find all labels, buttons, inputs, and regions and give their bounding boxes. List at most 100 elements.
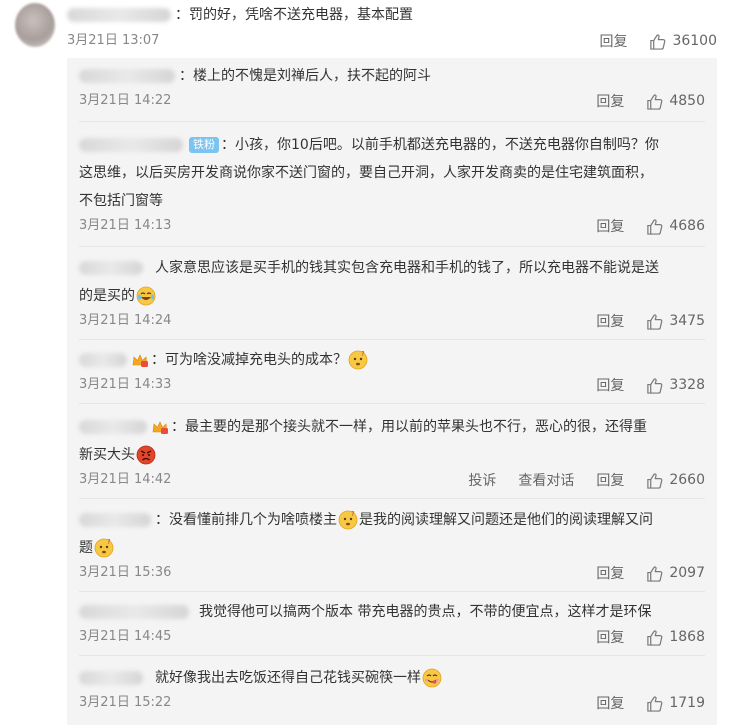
reply-actions: 回复 1868 [574, 628, 705, 646]
timestamp: 3月21日 14:45 [79, 629, 172, 644]
like-count: 1719 [669, 695, 705, 711]
reply-actions: 回复 4850 [574, 92, 705, 110]
reply-actions: 回复 2097 [574, 564, 705, 582]
reply-meta: 3月21日 15:22 回复 1719 [79, 694, 705, 712]
timestamp: 3月21日 14:33 [79, 377, 172, 392]
like-button[interactable]: 36100 [649, 33, 717, 50]
username-blurred[interactable] [79, 353, 127, 367]
username-blurred[interactable] [79, 671, 143, 685]
reply-button[interactable]: 回复 [596, 563, 624, 583]
reply-body-line1: ：小孩，你10后吧。以前手机都送充电器的，不送充电器你自制吗？你 [221, 137, 659, 153]
reply-body-line2: 这思维，以后买房开发商说你家不送门窗的，要自己开洞，人家开发商卖的是住宅建筑面积… [79, 165, 653, 181]
view-conversation-button[interactable]: 查看对话 [518, 470, 574, 490]
like-count: 3475 [669, 313, 705, 329]
avatar[interactable] [15, 3, 55, 47]
reply-text: ：最主要的是那个接头就不一样，用以前的苹果头也不行，恶心的很，还得重 新买大头 [79, 413, 705, 469]
divider [79, 403, 705, 404]
timestamp: 3月21日 14:22 [79, 93, 172, 108]
username-blurred[interactable] [79, 513, 151, 527]
reply-meta: 3月21日 14:13 回复 4686 [79, 217, 705, 235]
reply-item: ：可为啥没减掉充电头的成本？ 3月21日 14:33 回复 3328 [79, 346, 705, 404]
reply-body-line2: 题 [79, 540, 93, 556]
reply-meta: 3月21日 14:24 回复 3475 [79, 312, 705, 330]
reply-body-line1: ：最主要的是那个接头就不一样，用以前的苹果头也不行，恶心的很，还得重 [171, 419, 647, 435]
reply-body-line1: ：没看懂前排几个为啥喷楼主 [155, 512, 337, 528]
thumbs-up-icon [647, 93, 663, 110]
reply-body-line2: 的是买的 [79, 288, 135, 304]
reply-item: 就好像我出去吃饭还得自己花钱买碗筷一样 3月21日 15:22 回复 1719 [79, 664, 705, 722]
divider [79, 246, 705, 247]
divider [79, 655, 705, 656]
angry-emoji [136, 445, 156, 465]
reply-item: 铁粉 ：小孩，你10后吧。以前手机都送充电器的，不送充电器你自制吗？你 这思维，以… [79, 131, 705, 247]
reply-text: ：可为啥没减掉充电头的成本？ [79, 346, 705, 374]
like-count: 36100 [672, 33, 717, 49]
like-count: 2660 [669, 472, 705, 488]
username-blurred[interactable] [67, 8, 171, 22]
thumbs-up-icon [647, 377, 663, 394]
like-count: 1868 [669, 629, 705, 645]
reply-button[interactable]: 回复 [596, 91, 624, 111]
like-button[interactable]: 1868 [646, 629, 705, 646]
username-blurred[interactable] [79, 138, 183, 152]
divider [79, 498, 705, 499]
timestamp: 3月21日 15:36 [79, 565, 172, 580]
reply-button[interactable]: 回复 [596, 627, 624, 647]
like-count: 4686 [669, 218, 705, 234]
comment-meta: 3月21日 13:07 回复 36100 [67, 32, 717, 50]
reply-text: ：楼上的不愧是刘禅后人，扶不起的阿斗 [79, 62, 705, 90]
timestamp: 3月21日 13:07 [67, 33, 160, 48]
fan-badge: 铁粉 [189, 137, 219, 153]
main-comment: ：罚的好，凭啥不送充电器，基本配置 3月21日 13:07 回复 36100 [0, 0, 729, 58]
reply-text: ：没看懂前排几个为啥喷楼主 是我的阅读理解又问题还是他们的阅读理解又问 题 [79, 506, 705, 562]
reply-button[interactable]: 回复 [596, 470, 624, 490]
like-button[interactable]: 2097 [646, 565, 705, 582]
like-button[interactable]: 4850 [646, 93, 705, 110]
reply-actions: 投诉 查看对话 回复 2660 [446, 471, 705, 489]
like-count: 3328 [669, 377, 705, 393]
reply-actions: 回复 3475 [574, 312, 705, 330]
reply-text: 铁粉 ：小孩，你10后吧。以前手机都送充电器的，不送充电器你自制吗？你 这思维，以… [79, 131, 705, 215]
reply-meta: 3月21日 14:33 回复 3328 [79, 376, 705, 394]
timestamp: 3月21日 14:42 [79, 472, 172, 487]
like-button[interactable]: 2660 [646, 472, 705, 489]
timestamp: 3月21日 14:24 [79, 313, 172, 328]
reply-item: ：没看懂前排几个为啥喷楼主 是我的阅读理解又问题还是他们的阅读理解又问 题 3月2… [79, 506, 705, 592]
laugh-cry-emoji [136, 286, 156, 306]
reply-item: ：最主要的是那个接头就不一样，用以前的苹果头也不行，恶心的很，还得重 新买大头 … [79, 413, 705, 499]
thumbs-up-icon [647, 565, 663, 582]
reply-button[interactable]: 回复 [596, 311, 624, 331]
reply-body: ：楼上的不愧是刘禅后人，扶不起的阿斗 [179, 68, 431, 84]
username-blurred[interactable] [79, 605, 189, 619]
like-count: 2097 [669, 565, 705, 581]
thumbs-up-icon [647, 629, 663, 646]
doubt-emoji [338, 510, 358, 530]
reply-button[interactable]: 回复 [599, 31, 627, 51]
like-count: 4850 [669, 93, 705, 109]
reply-meta: 3月21日 14:22 回复 4850 [79, 92, 705, 110]
report-button[interactable]: 投诉 [468, 470, 496, 490]
thumbs-up-icon [647, 472, 663, 489]
reply-body: 就好像我出去吃饭还得自己花钱买碗筷一样 [155, 670, 421, 686]
reply-body-line2: 新买大头 [79, 447, 135, 463]
reply-button[interactable]: 回复 [596, 693, 624, 713]
username-blurred[interactable] [79, 261, 143, 275]
username-blurred[interactable] [79, 69, 175, 83]
like-button[interactable]: 3328 [646, 377, 705, 394]
doubt-emoji [94, 538, 114, 558]
username-blurred[interactable] [79, 420, 147, 434]
reply-button[interactable]: 回复 [596, 216, 624, 236]
reply-meta: 3月21日 14:45 回复 1868 [79, 628, 705, 646]
like-button[interactable]: 1719 [646, 695, 705, 712]
thumbs-up-icon [647, 313, 663, 330]
yummy-emoji [422, 668, 442, 688]
reply-actions: 回复 3328 [574, 376, 705, 394]
reply-body-line1b: 是我的阅读理解又问题还是他们的阅读理解又问 [359, 512, 653, 528]
doubt-emoji [348, 350, 368, 370]
divider [79, 339, 705, 340]
like-button[interactable]: 3475 [646, 313, 705, 330]
reply-button[interactable]: 回复 [596, 375, 624, 395]
vip-crown-icon [132, 354, 149, 368]
comment-actions: 回复 36100 [577, 32, 717, 50]
like-button[interactable]: 4686 [646, 218, 705, 235]
